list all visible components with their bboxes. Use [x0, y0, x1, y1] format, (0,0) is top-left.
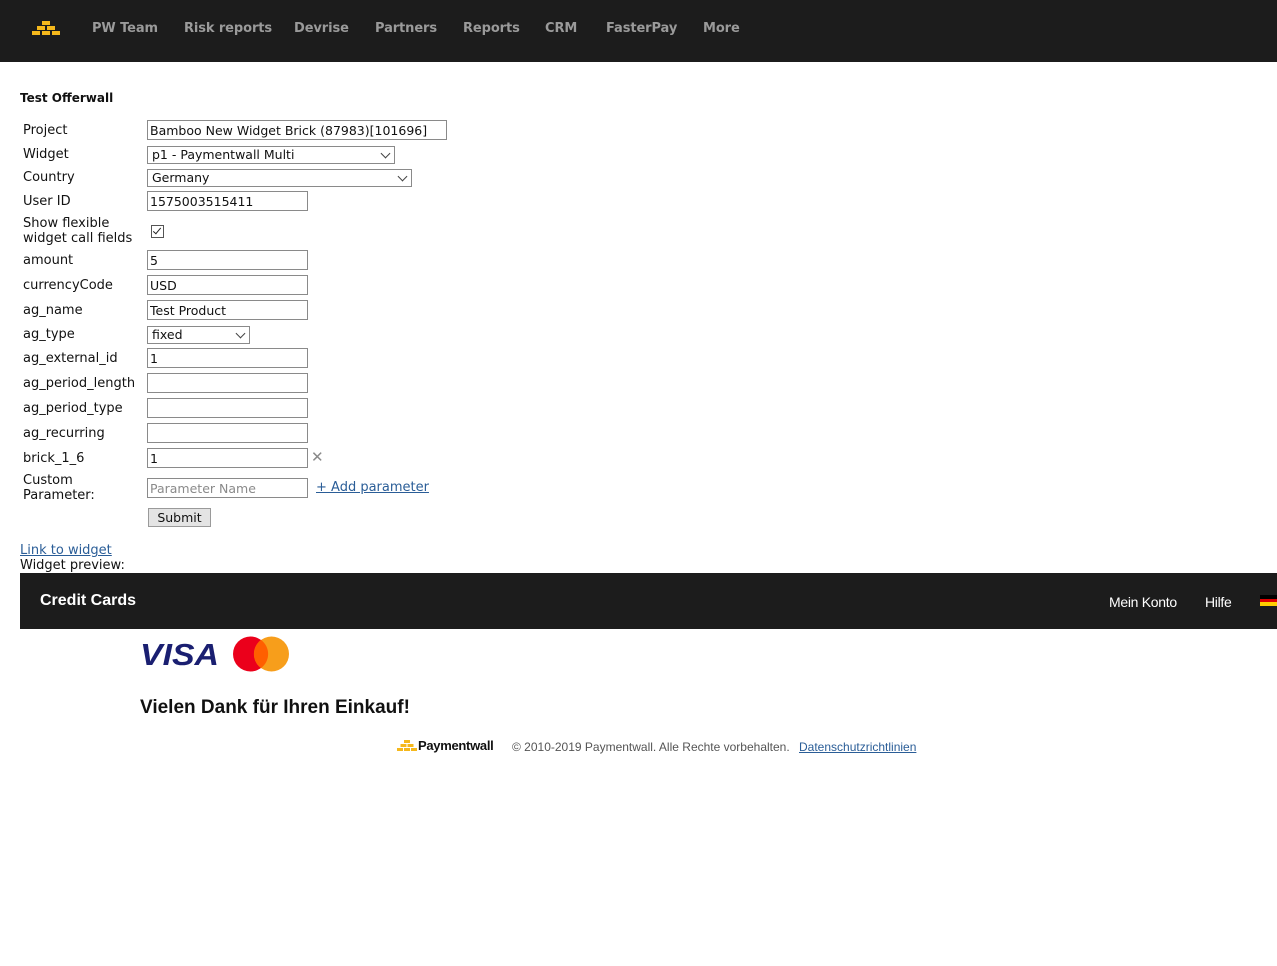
nav-item-devrise[interactable]: Devrise: [294, 21, 349, 39]
ag-type-select[interactable]: fixed: [147, 326, 250, 344]
account-link[interactable]: Mein Konto: [1109, 594, 1177, 610]
ag-recurring-label: ag_recurring: [23, 426, 105, 441]
brick-field[interactable]: [147, 448, 308, 468]
paymentwall-brand-icon: [397, 740, 417, 751]
copyright-text: © 2010-2019 Paymentwall. Alle Rechte vor…: [512, 740, 790, 754]
close-icon[interactable]: ✕: [311, 450, 325, 465]
ag-external-id-label: ag_external_id: [23, 351, 118, 366]
ag-period-length-field[interactable]: [147, 373, 308, 393]
flexible-fields-checkbox[interactable]: [151, 225, 164, 238]
nav-item-risk-reports[interactable]: Risk reports: [184, 21, 272, 39]
project-field[interactable]: [147, 120, 447, 140]
chevron-down-icon: [235, 328, 246, 339]
country-label: Country: [23, 170, 75, 185]
nav-item-fasterpay[interactable]: FasterPay: [606, 21, 677, 39]
link-to-widget[interactable]: Link to widget: [20, 543, 112, 558]
user-id-field[interactable]: [147, 191, 308, 211]
project-label: Project: [23, 123, 68, 138]
amount-field[interactable]: [147, 250, 308, 270]
flexible-fields-label-line2: widget call fields: [23, 231, 133, 246]
ag-type-label: ag_type: [23, 327, 75, 342]
paymentwall-brand: Paymentwall: [418, 738, 494, 753]
add-parameter-link[interactable]: + Add parameter: [316, 480, 429, 495]
chevron-down-icon: [380, 148, 391, 159]
widget-title: Credit Cards: [40, 592, 137, 609]
ag-period-type-label: ag_period_type: [23, 401, 123, 416]
visa-logo-text: VISA: [140, 637, 219, 672]
privacy-policy-link[interactable]: Datenschutzrichtlinien: [799, 740, 916, 754]
widget-select[interactable]: p1 - Paymentwall Multi: [147, 146, 395, 164]
widget-select-value: p1 - Paymentwall Multi: [152, 147, 295, 162]
nav-item-pw-team[interactable]: PW Team: [92, 21, 158, 39]
user-id-label: User ID: [23, 194, 71, 209]
help-link[interactable]: Hilfe: [1205, 594, 1232, 610]
ag-name-field[interactable]: [147, 300, 308, 320]
flexible-fields-label-line1: Show flexible: [23, 216, 110, 231]
ag-type-select-value: fixed: [152, 327, 183, 342]
page-title: Test Offerwall: [20, 91, 114, 105]
country-select-value: Germany: [152, 170, 210, 185]
chevron-down-icon: [397, 171, 408, 182]
custom-parameter-label-line1: Custom: [23, 473, 73, 488]
ag-external-id-field[interactable]: [147, 348, 308, 368]
parameter-name-field[interactable]: [147, 478, 308, 498]
visa-logo: VISA: [140, 637, 219, 672]
nav-item-more[interactable]: More: [703, 21, 740, 39]
widget-preview-label: Widget preview:: [20, 558, 125, 573]
mastercard-logo: [233, 636, 289, 672]
paymentwall-logo-icon[interactable]: [32, 21, 60, 37]
ag-period-length-label: ag_period_length: [23, 376, 136, 391]
top-navbar: PW Team Risk reports Devrise Partners Re…: [0, 0, 1277, 62]
ag-name-label: ag_name: [23, 303, 83, 318]
nav-item-partners[interactable]: Partners: [375, 21, 437, 39]
ag-period-type-field[interactable]: [147, 398, 308, 418]
submit-button[interactable]: Submit: [148, 508, 211, 527]
thank-you-message: Vielen Dank für Ihren Einkauf!: [140, 697, 410, 718]
currency-code-label: currencyCode: [23, 278, 113, 293]
ag-recurring-field[interactable]: [147, 423, 308, 443]
germany-flag-icon[interactable]: [1260, 595, 1277, 606]
amount-label: amount: [23, 253, 74, 268]
country-select[interactable]: Germany: [147, 169, 412, 187]
widget-label: Widget: [23, 147, 69, 162]
custom-parameter-label-line2: Parameter:: [23, 488, 95, 503]
currency-code-field[interactable]: [147, 275, 308, 295]
nav-item-crm[interactable]: CRM: [545, 21, 577, 39]
brick-label: brick_1_6: [23, 451, 85, 466]
nav-item-reports[interactable]: Reports: [463, 21, 520, 39]
widget-header: Credit Cards Mein Konto Hilfe: [20, 573, 1277, 629]
